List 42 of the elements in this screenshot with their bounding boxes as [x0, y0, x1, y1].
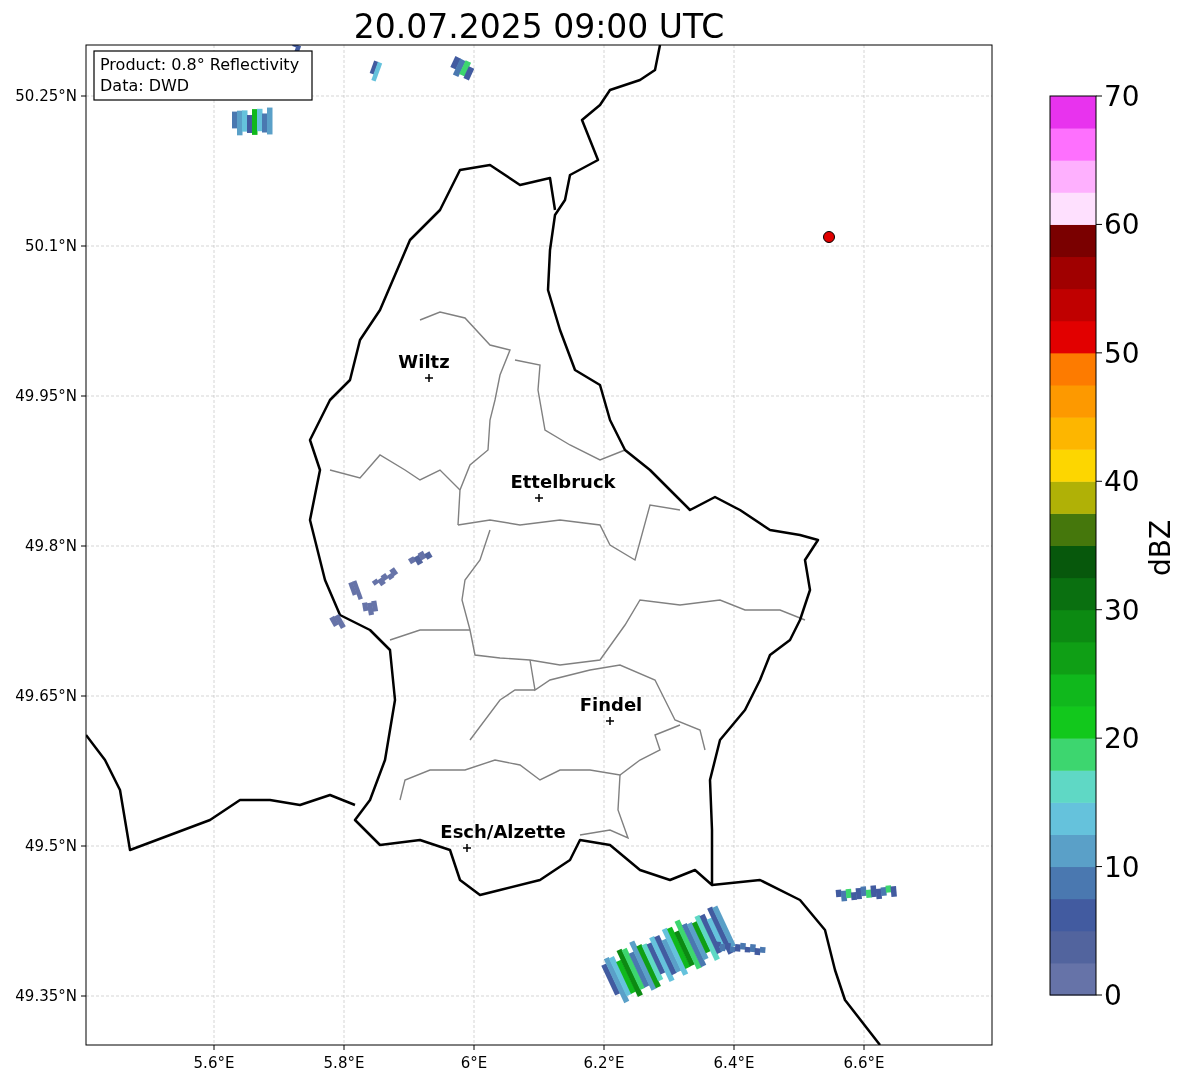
axis-tick-label: 6°E: [460, 1054, 488, 1072]
colorbar-tick-label: 70: [1104, 80, 1140, 113]
radar-echo-drawing: [835, 885, 897, 902]
radar-site-marker: [823, 231, 835, 243]
colorbar-tick-label: 60: [1104, 208, 1140, 242]
axis-tick-label: 49.5°N: [24, 837, 77, 855]
chart-title: 20.07.2025 09:00 UTC: [353, 7, 725, 46]
radar-echo-drawing: [371, 567, 399, 587]
colorbar-label: dBZ: [1144, 519, 1177, 577]
axis-tick-label: 50.1°N: [24, 237, 77, 255]
radar-echo-drawing: [348, 580, 363, 601]
axis-tick-label: 5.6°E: [193, 1054, 235, 1072]
city-marker: [424, 373, 434, 383]
city-marker: [534, 493, 544, 503]
axis-tick-label: 6.6°E: [843, 1054, 885, 1072]
axis-tick-label: 49.8°N: [24, 537, 77, 555]
radar-echo-drawing: [450, 56, 475, 81]
city-label: Findel: [579, 694, 643, 715]
axis-tick-label: 6.4°E: [713, 1054, 755, 1072]
colorbar-tick-label: 30: [1104, 593, 1140, 627]
city-label: Ettelbruck: [510, 471, 616, 492]
city-marker: [605, 716, 615, 726]
axis-tick-label: 49.65°N: [15, 687, 77, 705]
radar-echo-drawing: [329, 614, 346, 629]
axis-tick-label: 50.25°N: [15, 87, 77, 105]
axis-tick-label: 6.2°E: [583, 1054, 625, 1072]
radar-echo-drawing: [232, 107, 273, 136]
colorbar-tick-label: 0: [1104, 979, 1122, 1012]
city-marker: [462, 843, 472, 853]
info-text: Data: DWD: [100, 76, 190, 95]
info-text: Product: 0.8° Reflectivity: [100, 55, 300, 74]
radar-echo-drawing: [362, 600, 379, 616]
axis-tick-label: 49.95°N: [15, 387, 77, 405]
radar-echo-drawing: [407, 550, 433, 566]
city-label: Esch/Alzette: [440, 821, 566, 842]
colorbar-tick-label: 10: [1104, 850, 1140, 884]
city-label: Wiltz: [398, 351, 450, 372]
colorbar-tick-label: 50: [1104, 336, 1140, 370]
axis-tick-label: 5.8°E: [323, 1054, 365, 1072]
colorbar-tick-label: 40: [1104, 465, 1140, 499]
axis-tick-label: 49.35°N: [15, 987, 77, 1005]
colorbar-tick-label: 20: [1104, 722, 1140, 756]
